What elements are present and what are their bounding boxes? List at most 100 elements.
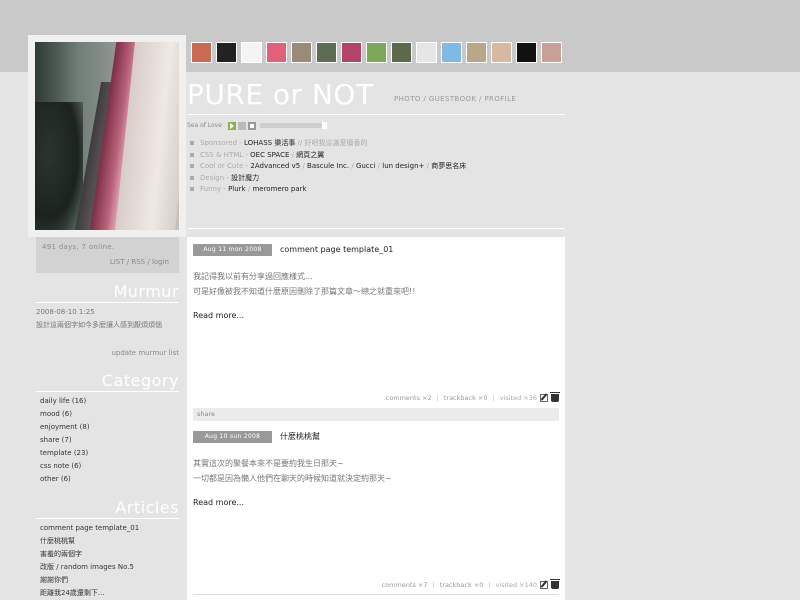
article-item[interactable]: 害羞的兩個字 [40,548,139,561]
friend-thumbnail[interactable] [216,42,237,63]
friend-thumbnail[interactable] [241,42,262,63]
friend-thumbnail[interactable] [491,42,512,63]
friend-thumbnail[interactable] [466,42,487,63]
trackback-link[interactable]: trackback ×0 [444,394,488,402]
link-item[interactable]: meromero park [252,185,306,193]
link-item[interactable]: lun design+ [382,162,424,170]
nav-profile[interactable]: PROFILE [484,95,516,103]
friend-thumbnail[interactable] [316,42,337,63]
link-item[interactable]: 網頁之翼 [296,151,324,159]
link-item[interactable]: 商夢思名床 [431,162,466,170]
edit-icon[interactable] [540,581,548,589]
link-category: Sponsored - [200,139,244,147]
link-item[interactable]: Plurk [228,185,246,193]
link-item[interactable]: LOHASS 樂活事 [244,139,295,147]
site-title[interactable]: PURE or NOT [187,78,374,111]
post-category-bar[interactable]: share [193,408,559,421]
post-meta: comments ×2 | trackback ×0 | visited ×36 [386,392,560,402]
friend-thumbnail[interactable] [441,42,462,63]
nav-photo[interactable]: PHOTO [394,95,421,103]
visited-count: visited ×140 [495,581,537,589]
category-heading: Category [36,370,179,392]
rss-link[interactable]: RSS [131,258,145,266]
post-body-line: 其實這次的聚餐本來不是要約我生日那天~ [193,459,344,468]
friend-thumbnail[interactable] [291,42,312,63]
post-date: Aug 10 sun 2008 [193,431,272,443]
volume-slider[interactable] [259,122,327,129]
murmur-heading-text: Murmur [113,282,179,301]
articles-heading: Articles [36,497,179,519]
category-item[interactable]: other (6) [40,473,90,486]
comments-link[interactable]: comments ×2 [386,394,432,402]
category-item[interactable]: css note (6) [40,460,90,473]
main-content: Aug 11 mon 2008 comment page template_01… [187,237,565,600]
link-item[interactable]: OEC SPACE [250,151,289,159]
post-title[interactable]: 什麼桃桃幫 [280,431,320,443]
post: Aug 11 mon 2008 comment page template_01… [193,244,560,404]
link-item[interactable]: 設計魔力 [231,174,259,182]
friend-thumbnail[interactable] [366,42,387,63]
link-row: Cool or Cute - 2Advanced v5 / Bascule In… [190,161,466,173]
link-category: Design - [200,173,232,182]
link-item[interactable]: Gucci [356,162,376,170]
link-row: Design - 設計魔力 [190,173,466,185]
post-title[interactable]: comment page template_01 [280,244,393,256]
song-title: Sea of Love [187,122,222,129]
header-photo [28,35,186,237]
friend-thumbnail[interactable] [391,42,412,63]
category-item[interactable]: template (23) [40,447,90,460]
bullet-icon [190,164,194,168]
top-nav: PHOTO / GUESTBOOK / PROFILE [394,95,517,103]
category-item[interactable]: daily life (16) [40,395,90,408]
header-divider [187,114,565,115]
link-item[interactable]: Bascule Inc. [307,162,349,170]
read-more-link[interactable]: Read more... [193,498,244,507]
post-body: 我記得我以前有分享過回應樣式... 可是好像被我不知道什麼原因刪除了那篇文章～總… [193,269,415,299]
link-category: CSS & HTML - [200,150,251,159]
category-item[interactable]: enjoyment (8) [40,421,90,434]
bullet-icon [190,175,194,180]
friend-thumbnail[interactable] [191,42,212,63]
articles-list: comment page template_01 什麼桃桃幫 害羞的兩個字 改版… [40,522,139,600]
trash-icon[interactable] [550,579,560,589]
update-murmur-link[interactable]: update murmur list [36,349,179,357]
friend-thumbnail[interactable] [266,42,287,63]
post-date: Aug 11 mon 2008 [193,244,272,256]
friend-thumbnail[interactable] [341,42,362,63]
link-note: // 好吧我這滿愛檀香的 [295,139,368,147]
site-stats-box: 491 days, 7 online. LIST / RSS / login [36,237,179,273]
friend-thumbnail[interactable] [416,42,437,63]
play-icon[interactable] [227,121,236,130]
article-item[interactable]: 距離我24歲還剩下... [40,587,139,600]
stop-icon[interactable] [247,121,256,130]
article-item[interactable]: 什麼桃桃幫 [40,535,139,548]
category-list: daily life (16) mood (6) enjoyment (8) s… [40,395,90,486]
read-more-link[interactable]: Read more... [193,311,244,320]
article-item[interactable]: 改版 / random images No.5 [40,561,139,574]
comments-link[interactable]: comments ×7 [382,581,428,589]
category-item[interactable]: mood (6) [40,408,90,421]
edit-icon[interactable] [540,394,548,402]
post-body-line: 一切都是因為懶人他們在聊天的時候知道就決定約那天~ [193,474,392,483]
trash-icon[interactable] [550,392,560,402]
link-item[interactable]: 2Advanced v5 [250,162,300,170]
bullet-icon [190,187,194,191]
link-row: Sponsored - LOHASS 樂活事 // 好吧我這滿愛檀香的 [190,138,466,150]
article-item[interactable]: 謝謝你們 [40,574,139,587]
list-link[interactable]: LIST [110,258,125,266]
nav-guestbook[interactable]: GUESTBOOK [429,95,477,103]
pause-icon[interactable] [237,121,246,130]
bullet-icon [190,141,194,145]
friend-thumbnail[interactable] [516,42,537,63]
category-heading-text: Category [101,371,179,390]
trackback-link[interactable]: trackback ×0 [440,581,484,589]
category-item[interactable]: share (7) [40,434,90,447]
slider-handle[interactable] [321,122,327,129]
murmur-heading: Murmur [36,281,179,303]
login-link[interactable]: login [152,258,169,266]
friend-thumbnail[interactable] [541,42,562,63]
post-body-line: 我記得我以前有分享過回應樣式... [193,272,313,281]
article-item[interactable]: comment page template_01 [40,522,139,535]
post-divider [193,594,559,595]
post-body-line: 可是好像被我不知道什麼原因刪除了那篇文章～總之就重來吧!! [193,287,416,296]
